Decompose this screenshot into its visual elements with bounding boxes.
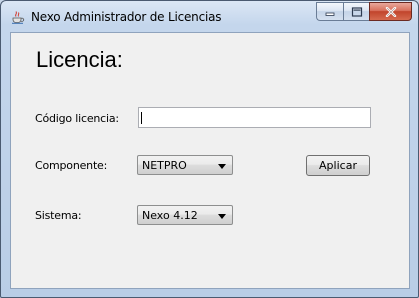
componente-dropdown[interactable]: NETPRO	[137, 155, 233, 175]
text-caret	[141, 112, 142, 124]
componente-label: Componente:	[35, 159, 108, 172]
sistema-selected-value: Nexo 4.12	[142, 209, 198, 222]
codigo-licencia-input[interactable]	[138, 107, 371, 128]
chevron-down-icon	[218, 214, 226, 219]
window-title: Nexo Administrador de Licencias	[31, 10, 222, 24]
client-area: Licencia: Código licencia: Componente: N…	[10, 32, 410, 289]
minimize-icon	[325, 12, 335, 16]
componente-selected-value: NETPRO	[142, 159, 187, 172]
maximize-icon	[351, 6, 362, 17]
chevron-down-icon	[218, 164, 226, 169]
close-button[interactable]	[369, 2, 412, 21]
java-cup-icon	[12, 11, 24, 24]
title-bar[interactable]: Nexo Administrador de Licencias	[1, 1, 418, 31]
app-window: Nexo Administrador de Licencias Licencia…	[0, 0, 419, 298]
close-icon	[385, 6, 396, 17]
maximize-button[interactable]	[343, 2, 369, 21]
aplicar-button[interactable]: Aplicar	[306, 155, 370, 176]
codigo-licencia-label: Código licencia:	[35, 112, 119, 125]
sistema-dropdown[interactable]: Nexo 4.12	[137, 205, 233, 225]
minimize-button[interactable]	[316, 2, 343, 21]
page-title: Licencia:	[36, 47, 123, 72]
sistema-label: Sistema:	[35, 209, 82, 222]
caption-buttons	[316, 2, 412, 21]
